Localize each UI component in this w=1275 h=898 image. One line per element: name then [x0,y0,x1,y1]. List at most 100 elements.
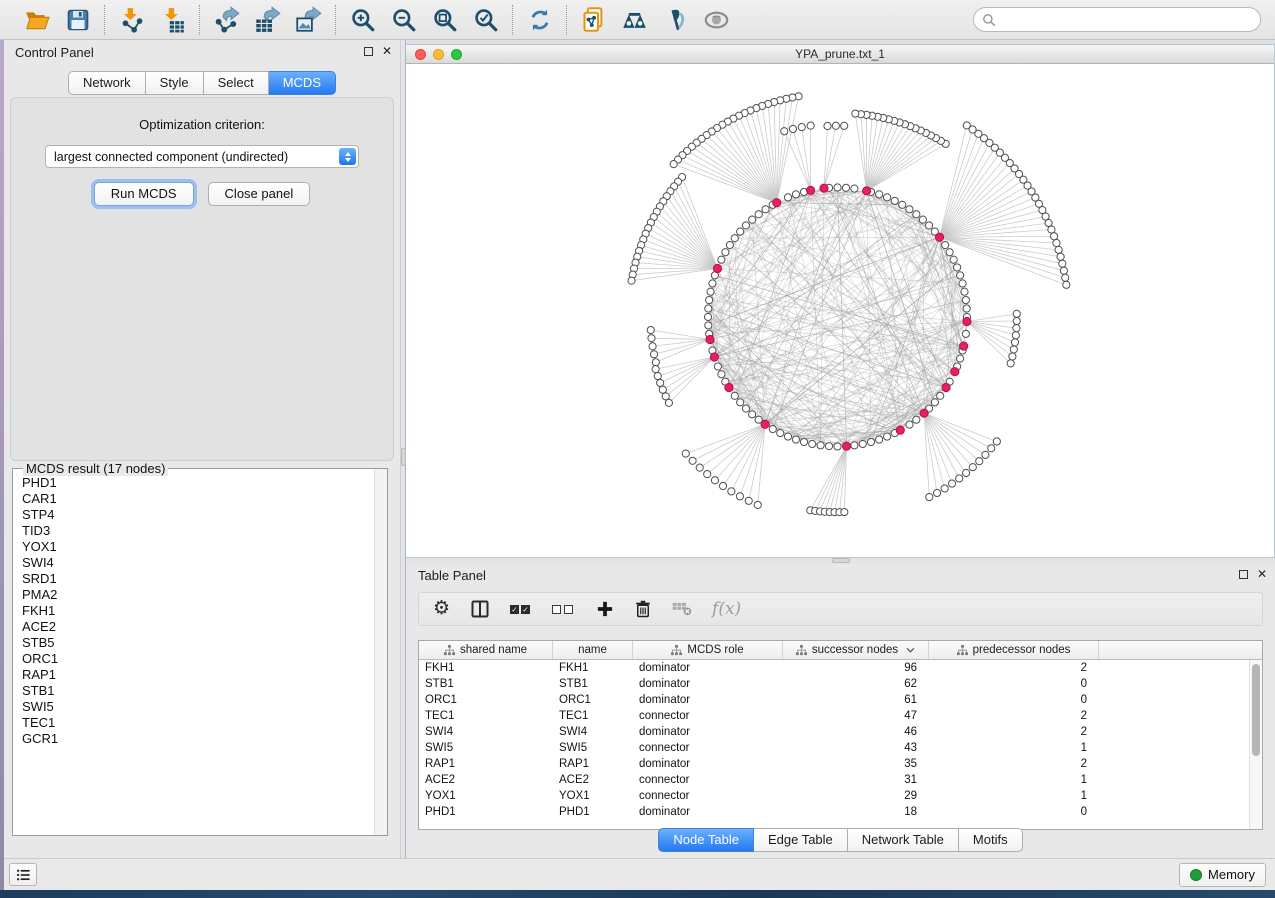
table-cell-filler [1099,772,1249,788]
table-scrollbar[interactable] [1249,660,1262,829]
window-zoom-light[interactable] [451,49,462,60]
float-panel-icon[interactable] [364,47,373,56]
table-cell-filler [1099,724,1249,740]
mcds-result-item[interactable]: SWI5 [22,699,373,715]
apply-layout-icon[interactable] [526,6,553,33]
export-network-icon[interactable] [213,6,240,33]
table-row[interactable]: ACE2ACE2connector311 [419,772,1249,788]
mcds-result-item[interactable]: PMA2 [22,587,373,603]
table-scrollbar-thumb[interactable] [1252,664,1260,756]
column-header-mcds-role[interactable]: MCDS role [633,641,783,659]
mcds-result-item[interactable]: SWI4 [22,555,373,571]
table-cell: 2 [929,724,1099,740]
table-cell: dominator [633,692,783,708]
tab-node-table[interactable]: Node Table [658,828,754,852]
memory-button[interactable]: Memory [1179,863,1266,887]
mcds-result-item[interactable]: STP4 [22,507,373,523]
mcds-result-item[interactable]: STB5 [22,635,373,651]
float-table-panel-icon[interactable] [1239,570,1248,579]
desktop-background [0,40,4,890]
table-row[interactable]: PHD1PHD1dominator180 [419,804,1249,820]
column-header-name[interactable]: name [553,641,633,659]
tab-network-table[interactable]: Network Table [848,828,959,852]
table-row[interactable]: SWI4SWI4dominator462 [419,724,1249,740]
search-input[interactable] [1001,13,1252,27]
zoom-fit-content-icon[interactable] [431,6,458,33]
close-panel-icon[interactable]: ✕ [382,47,392,56]
table-row[interactable]: SWI5SWI5connector431 [419,740,1249,756]
network-canvas[interactable] [406,64,1274,557]
network-graph[interactable] [406,64,1274,557]
mcds-result-item[interactable]: PHD1 [22,475,373,491]
select-all-rows-icon[interactable]: ✓✓ [510,597,532,621]
open-session-icon[interactable] [23,6,50,33]
table-cell: 0 [929,804,1099,820]
window-minimize-light[interactable] [433,49,444,60]
import-network-icon[interactable] [118,6,145,33]
table-cell: RAP1 [553,756,633,772]
tab-network[interactable]: Network [68,71,146,95]
mcds-result-item[interactable]: ORC1 [22,651,373,667]
tab-style[interactable]: Style [146,71,204,95]
deselect-all-rows-icon[interactable] [552,597,576,621]
search-box[interactable] [973,7,1261,32]
export-table-icon[interactable] [254,6,281,33]
zoom-selected-icon[interactable] [472,6,499,33]
mcds-result-item[interactable]: TEC1 [22,715,373,731]
mcds-result-title: MCDS result (17 nodes) [23,461,168,476]
zoom-in-icon[interactable] [349,6,376,33]
table-cell: ORC1 [419,692,553,708]
table-row[interactable]: RAP1RAP1dominator352 [419,756,1249,772]
column-header-successor-nodes[interactable]: successor nodes [783,641,929,659]
mcds-result-item[interactable]: RAP1 [22,667,373,683]
table-cell: 62 [783,676,929,692]
delete-column-icon[interactable] [634,597,652,621]
column-header-predecessor-nodes[interactable]: predecessor nodes [929,641,1099,659]
close-panel-button[interactable]: Close panel [208,182,311,206]
tab-mcds[interactable]: MCDS [269,71,336,95]
add-column-icon[interactable] [596,597,614,621]
table-row[interactable]: FKH1FKH1dominator962 [419,660,1249,676]
table-row[interactable]: STB1STB1dominator620 [419,676,1249,692]
optimization-criterion-select[interactable]: largest connected component (undirected) [45,145,359,168]
close-table-panel-icon[interactable]: ✕ [1257,570,1267,579]
column-header-shared-name[interactable]: shared name [419,641,553,659]
mcds-list-scrollbar[interactable] [374,469,387,835]
mcds-result-item[interactable]: SRD1 [22,571,373,587]
export-image-icon[interactable] [295,6,322,33]
table-cell: connector [633,788,783,804]
tab-motifs[interactable]: Motifs [959,828,1023,852]
table-settings-gear-icon[interactable]: ⚙ [433,597,450,621]
save-session-icon[interactable] [64,6,91,33]
mcds-result-item[interactable]: YOX1 [22,539,373,555]
import-table-icon[interactable] [159,6,186,33]
tab-edge-table[interactable]: Edge Table [754,828,848,852]
table-row[interactable]: YOX1YOX1connector291 [419,788,1249,804]
table-cell: dominator [633,676,783,692]
window-close-light[interactable] [415,49,426,60]
first-neighbors-icon[interactable] [621,6,648,33]
mcds-result-item[interactable]: CAR1 [22,491,373,507]
network-window-titlebar[interactable]: YPA_prune.txt_1 [406,45,1274,64]
table-row[interactable]: ORC1ORC1dominator610 [419,692,1249,708]
new-network-from-selection-icon[interactable] [580,6,607,33]
status-bar: Memory [0,858,1275,890]
splitter-grip[interactable] [832,558,850,563]
table-row[interactable]: TEC1TEC1connector472 [419,708,1249,724]
table-panel: Table Panel ✕ ⚙ ✓✓ [406,564,1275,858]
mcds-result-item[interactable]: ACE2 [22,619,373,635]
graphics-details-icon[interactable] [703,6,730,33]
mcds-result-item[interactable]: STB1 [22,683,373,699]
mcds-result-list[interactable]: PHD1CAR1STP4TID3YOX1SWI4SRD1PMA2FKH1ACE2… [14,475,373,834]
table-cell: 1 [929,772,1099,788]
network-view-window: YPA_prune.txt_1 [406,44,1275,558]
run-mcds-button[interactable]: Run MCDS [94,182,194,206]
mcds-result-item[interactable]: GCR1 [22,731,373,747]
mcds-result-item[interactable]: FKH1 [22,603,373,619]
show-columns-icon[interactable] [470,597,490,621]
zoom-out-icon[interactable] [390,6,417,33]
show-style-icon[interactable] [662,6,689,33]
mcds-result-item[interactable]: TID3 [22,523,373,539]
tab-select[interactable]: Select [204,71,269,95]
task-history-button[interactable] [9,863,37,886]
